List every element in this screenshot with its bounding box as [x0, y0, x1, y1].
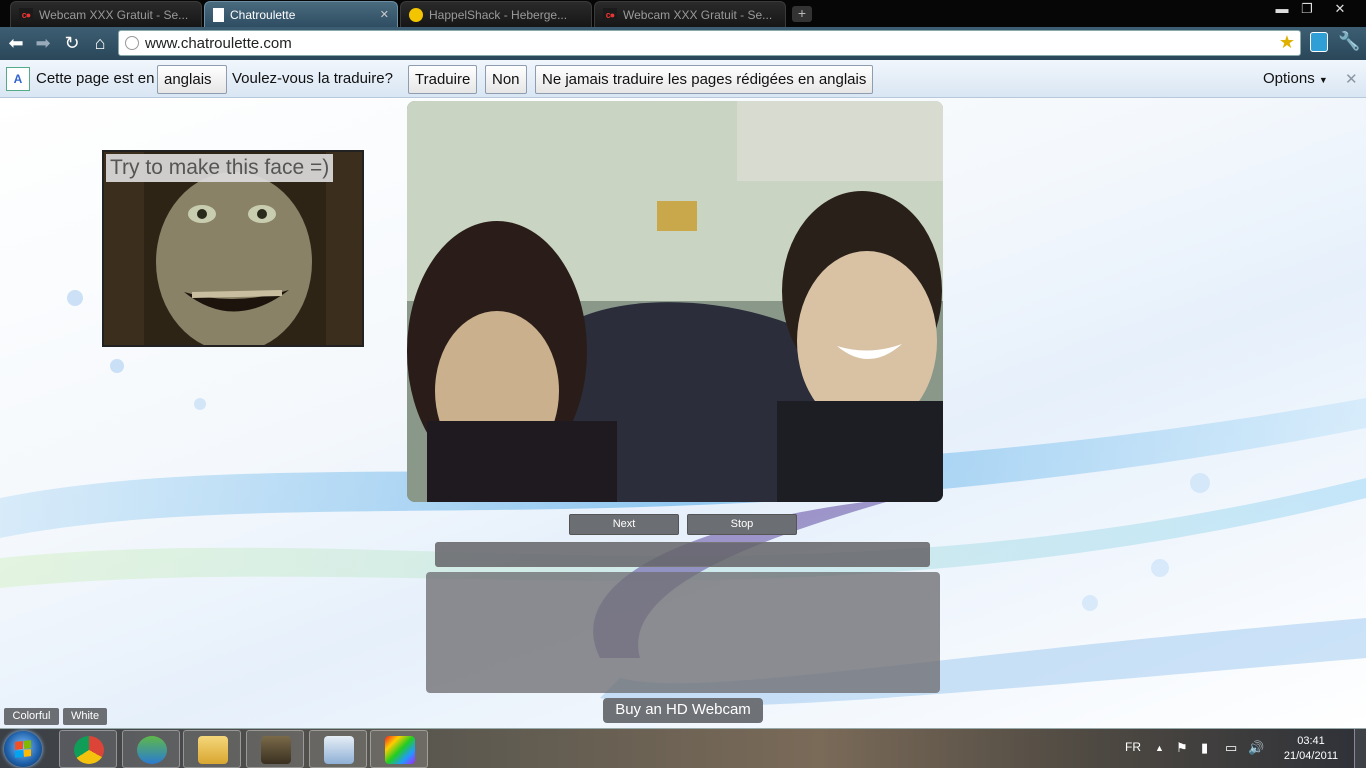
- translate-icon: A: [6, 67, 30, 91]
- device-icon[interactable]: ▮: [1201, 740, 1208, 756]
- tab-happelshack[interactable]: HappelShack - Heberge...: [400, 1, 592, 27]
- bookmark-star-icon[interactable]: ★: [1279, 32, 1295, 53]
- happelshack-icon: [409, 7, 423, 22]
- translate-question: Voulez-vous la traduire?: [232, 70, 393, 87]
- partner-video: [407, 101, 943, 502]
- browser-toolbar: ⬅ ➡ ↻ ⌂ www.chatroulette.com ★ 🔧: [0, 27, 1366, 60]
- windows-taskbar: FR ▲ ⚑ ▮ ▭ 🔊 03:41 21/04/2011: [0, 728, 1366, 768]
- globe-icon: [125, 36, 139, 50]
- tab-strip: c● Webcam XXX Gratuit - Se... Chatroulet…: [0, 0, 1366, 27]
- close-infobar-icon[interactable]: ✕: [1345, 70, 1358, 88]
- taskbar-explorer[interactable]: [183, 730, 241, 768]
- tab-title: Webcam XXX Gratuit - Se...: [39, 7, 189, 22]
- address-bar[interactable]: www.chatroulette.com ★: [118, 30, 1301, 56]
- theme-white-button[interactable]: White: [63, 708, 107, 725]
- url-text: www.chatroulette.com: [145, 34, 292, 52]
- taskbar-studio[interactable]: [370, 730, 428, 768]
- language-value: anglais: [164, 71, 212, 88]
- translate-infobar: A Cette page est en anglais ▼ Voulez-vou…: [0, 60, 1366, 113]
- taskbar-game[interactable]: [246, 730, 304, 768]
- clock-time: 03:41: [1297, 735, 1325, 747]
- stop-button[interactable]: Stop: [687, 514, 797, 535]
- translate-button[interactable]: Traduire: [408, 65, 478, 94]
- never-translate-button[interactable]: Ne jamais traduire les pages rédigées en…: [535, 65, 874, 94]
- game-icon: [261, 736, 291, 764]
- action-center-flag-icon[interactable]: ⚑: [1176, 740, 1188, 756]
- network-icon[interactable]: ▭: [1225, 740, 1237, 756]
- tab-title: Webcam XXX Gratuit - Se...: [623, 7, 773, 22]
- taskbar-chrome[interactable]: [59, 730, 117, 768]
- chat-log: [426, 572, 940, 693]
- picture-viewer-icon: [324, 736, 354, 764]
- next-button[interactable]: Next: [569, 514, 679, 535]
- buy-webcam-button[interactable]: Buy an HD Webcam: [603, 698, 763, 723]
- volume-icon[interactable]: 🔊: [1248, 740, 1264, 756]
- windows-logo-icon: [15, 740, 31, 758]
- taskbar-messenger[interactable]: [122, 730, 180, 768]
- tab-webcam-2[interactable]: c● Webcam XXX Gratuit - Se...: [594, 1, 786, 27]
- chatroulette-icon: c●: [603, 7, 617, 22]
- tab-chatroulette[interactable]: Chatroulette ✕: [204, 1, 398, 27]
- close-window-button[interactable]: ✕: [1327, 0, 1353, 18]
- messenger-icon: [137, 736, 167, 764]
- back-arrow-icon[interactable]: ⬅: [5, 32, 27, 54]
- show-hidden-icons-icon[interactable]: ▲: [1155, 743, 1164, 753]
- tab-webcam-1[interactable]: c● Webcam XXX Gratuit - Se...: [10, 1, 202, 27]
- language-select[interactable]: anglais ▼: [157, 65, 227, 113]
- home-icon[interactable]: ⌂: [89, 32, 111, 54]
- reload-icon[interactable]: ↻: [61, 32, 83, 54]
- new-tab-button[interactable]: +: [792, 6, 812, 22]
- show-desktop-button[interactable]: [1354, 729, 1366, 768]
- theme-colorful-button[interactable]: Colorful: [4, 708, 59, 725]
- webcam-feed-image: [407, 101, 943, 502]
- clock-date: 21/04/2011: [1283, 750, 1339, 762]
- tab-title: HappelShack - Heberge...: [429, 7, 568, 22]
- chevron-down-icon: ▼: [1318, 75, 1328, 85]
- face-caption: Try to make this face =): [106, 154, 334, 182]
- chatroulette-icon: c●: [19, 7, 33, 22]
- no-button[interactable]: Non: [485, 65, 527, 94]
- language-indicator[interactable]: FR: [1125, 740, 1141, 754]
- taskbar-picture-viewer[interactable]: [309, 730, 367, 768]
- tab-title: Chatroulette: [230, 7, 296, 22]
- face-image: Try to make this face =): [102, 150, 364, 347]
- forward-arrow-icon[interactable]: ➡: [32, 32, 54, 54]
- page-icon: [213, 7, 224, 22]
- explorer-folder-icon: [198, 736, 228, 764]
- minimize-button[interactable]: ▬: [1269, 0, 1295, 18]
- chatroulette-page: Try to make this face =) Next Stop Buy a…: [0, 98, 1366, 728]
- maximize-button[interactable]: ❐: [1294, 0, 1320, 18]
- chrome-icon: [74, 736, 104, 764]
- translate-prefix: Cette page est en: [36, 70, 155, 87]
- message-input[interactable]: [435, 542, 930, 567]
- wrench-icon[interactable]: 🔧: [1338, 31, 1360, 52]
- options-menu[interactable]: Options ▼: [1263, 70, 1328, 87]
- close-tab-icon[interactable]: ✕: [380, 8, 389, 21]
- start-button[interactable]: [4, 731, 42, 767]
- extension-icon[interactable]: [1310, 32, 1328, 52]
- options-label: Options: [1263, 70, 1315, 87]
- system-clock[interactable]: 03:41 21/04/2011: [1276, 734, 1346, 764]
- studio-icon: [385, 736, 415, 764]
